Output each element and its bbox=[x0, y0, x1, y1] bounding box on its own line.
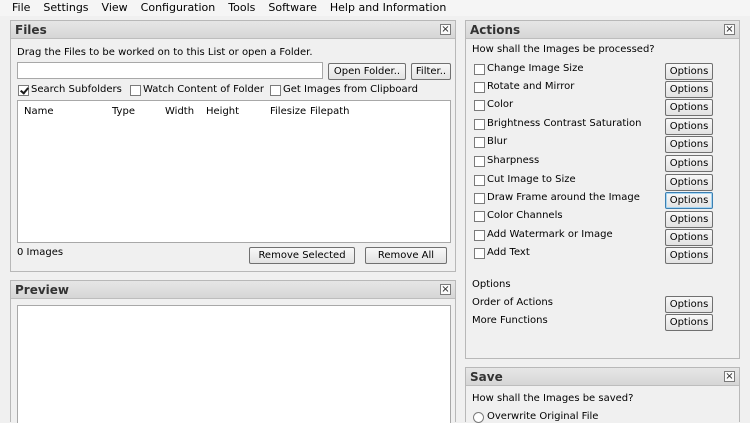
get-clipboard-checkbox[interactable] bbox=[270, 85, 281, 96]
files-panel-header: Files bbox=[11, 21, 455, 39]
order-options-button[interactable]: Options bbox=[665, 296, 713, 313]
menu-file[interactable]: File bbox=[0, 0, 35, 16]
remove-selected-button[interactable]: Remove Selected bbox=[249, 247, 355, 264]
action-checkbox[interactable] bbox=[474, 82, 485, 93]
menu-configuration[interactable]: Configuration bbox=[133, 0, 221, 16]
action-label: Rotate and Mirror bbox=[487, 81, 575, 92]
options-button[interactable]: Options bbox=[665, 118, 713, 135]
options-button[interactable]: Options bbox=[665, 136, 713, 153]
order-of-actions-label: Order of Actions bbox=[472, 297, 553, 308]
files-panel: Files Drag the Files to be worked on to … bbox=[10, 20, 456, 272]
actions-close-icon[interactable] bbox=[724, 24, 735, 35]
options-button[interactable]: Options bbox=[665, 81, 713, 98]
options-button[interactable]: Options bbox=[665, 174, 713, 191]
action-checkbox[interactable] bbox=[474, 119, 485, 130]
action-checkbox[interactable] bbox=[474, 137, 485, 148]
files-drag-hint: Drag the Files to be worked on to this L… bbox=[17, 47, 313, 58]
files-panel-title: Files bbox=[15, 23, 47, 37]
action-label: Brightness Contrast Saturation bbox=[487, 118, 642, 129]
actions-panel-header: Actions bbox=[466, 21, 739, 39]
watch-content-checkbox[interactable] bbox=[130, 85, 141, 96]
column-header-type[interactable]: Type bbox=[112, 106, 135, 117]
file-list[interactable]: Name Type Width Height Filesize Filepath bbox=[17, 100, 451, 243]
search-subfolders-label: Search Subfolders bbox=[31, 84, 122, 95]
folder-path-input[interactable] bbox=[17, 62, 323, 79]
save-close-icon[interactable] bbox=[724, 371, 735, 382]
actions-panel: Actions How shall the Images be processe… bbox=[465, 20, 740, 359]
preview-close-icon[interactable] bbox=[440, 284, 451, 295]
action-label: Cut Image to Size bbox=[487, 174, 576, 185]
save-question: How shall the Images be saved? bbox=[472, 393, 634, 404]
column-header-filesize[interactable]: Filesize bbox=[270, 106, 306, 117]
menu-help[interactable]: Help and Information bbox=[322, 0, 451, 16]
menu-view[interactable]: View bbox=[94, 0, 133, 16]
action-label: Change Image Size bbox=[487, 63, 584, 74]
overwrite-label: Overwrite Original File bbox=[487, 411, 599, 422]
save-panel-title: Save bbox=[470, 370, 503, 384]
action-checkbox[interactable] bbox=[474, 230, 485, 241]
column-header-name[interactable]: Name bbox=[24, 106, 54, 117]
action-label: Draw Frame around the Image bbox=[487, 192, 640, 203]
menu-settings[interactable]: Settings bbox=[35, 0, 93, 16]
actions-panel-title: Actions bbox=[470, 23, 521, 37]
files-close-icon[interactable] bbox=[440, 24, 451, 35]
preview-area bbox=[17, 305, 451, 423]
action-label: Sharpness bbox=[487, 155, 540, 166]
action-label: Add Watermark or Image bbox=[487, 229, 613, 240]
options-button[interactable]: Options bbox=[665, 99, 713, 116]
action-checkbox[interactable] bbox=[474, 175, 485, 186]
action-label: Color Channels bbox=[487, 210, 563, 221]
options-button[interactable]: Options bbox=[665, 63, 713, 80]
save-panel: Save How shall the Images be saved? Over… bbox=[465, 367, 740, 423]
open-folder-button[interactable]: Open Folder.. bbox=[328, 63, 406, 80]
column-header-height[interactable]: Height bbox=[206, 106, 239, 117]
preview-panel: Preview bbox=[10, 280, 456, 423]
column-header-filepath[interactable]: Filepath bbox=[310, 106, 349, 117]
options-button[interactable]: Options bbox=[665, 211, 713, 228]
watch-content-label: Watch Content of Folder bbox=[143, 84, 264, 95]
remove-all-button[interactable]: Remove All bbox=[365, 247, 447, 264]
action-checkbox[interactable] bbox=[474, 100, 485, 111]
action-checkbox[interactable] bbox=[474, 193, 485, 204]
more-functions-options-button[interactable]: Options bbox=[665, 314, 713, 331]
action-checkbox[interactable] bbox=[474, 156, 485, 167]
action-checkbox[interactable] bbox=[474, 211, 485, 222]
save-panel-header: Save bbox=[466, 368, 739, 386]
filter-button[interactable]: Filter.. bbox=[411, 63, 451, 80]
options-button[interactable]: Options bbox=[665, 155, 713, 172]
options-button[interactable]: Options bbox=[665, 229, 713, 246]
menu-bar: File Settings View Configuration Tools S… bbox=[0, 0, 750, 16]
options-button[interactable]: Options bbox=[665, 192, 713, 209]
get-clipboard-label: Get Images from Clipboard bbox=[283, 84, 418, 95]
overwrite-radio[interactable] bbox=[473, 412, 484, 423]
search-subfolders-checkbox[interactable] bbox=[18, 85, 29, 96]
menu-tools[interactable]: Tools bbox=[220, 0, 260, 16]
action-label: Add Text bbox=[487, 247, 530, 258]
options-heading: Options bbox=[472, 279, 511, 290]
menu-software[interactable]: Software bbox=[260, 0, 322, 16]
action-label: Blur bbox=[487, 136, 508, 147]
preview-panel-title: Preview bbox=[15, 283, 70, 297]
more-functions-label: More Functions bbox=[472, 315, 548, 326]
action-label: Color bbox=[487, 99, 514, 110]
options-button[interactable]: Options bbox=[665, 247, 713, 264]
action-checkbox[interactable] bbox=[474, 64, 485, 75]
actions-question: How shall the Images be processed? bbox=[472, 44, 655, 55]
preview-panel-header: Preview bbox=[11, 281, 455, 299]
column-header-width[interactable]: Width bbox=[165, 106, 194, 117]
action-checkbox[interactable] bbox=[474, 248, 485, 259]
image-count: 0 Images bbox=[17, 247, 64, 258]
